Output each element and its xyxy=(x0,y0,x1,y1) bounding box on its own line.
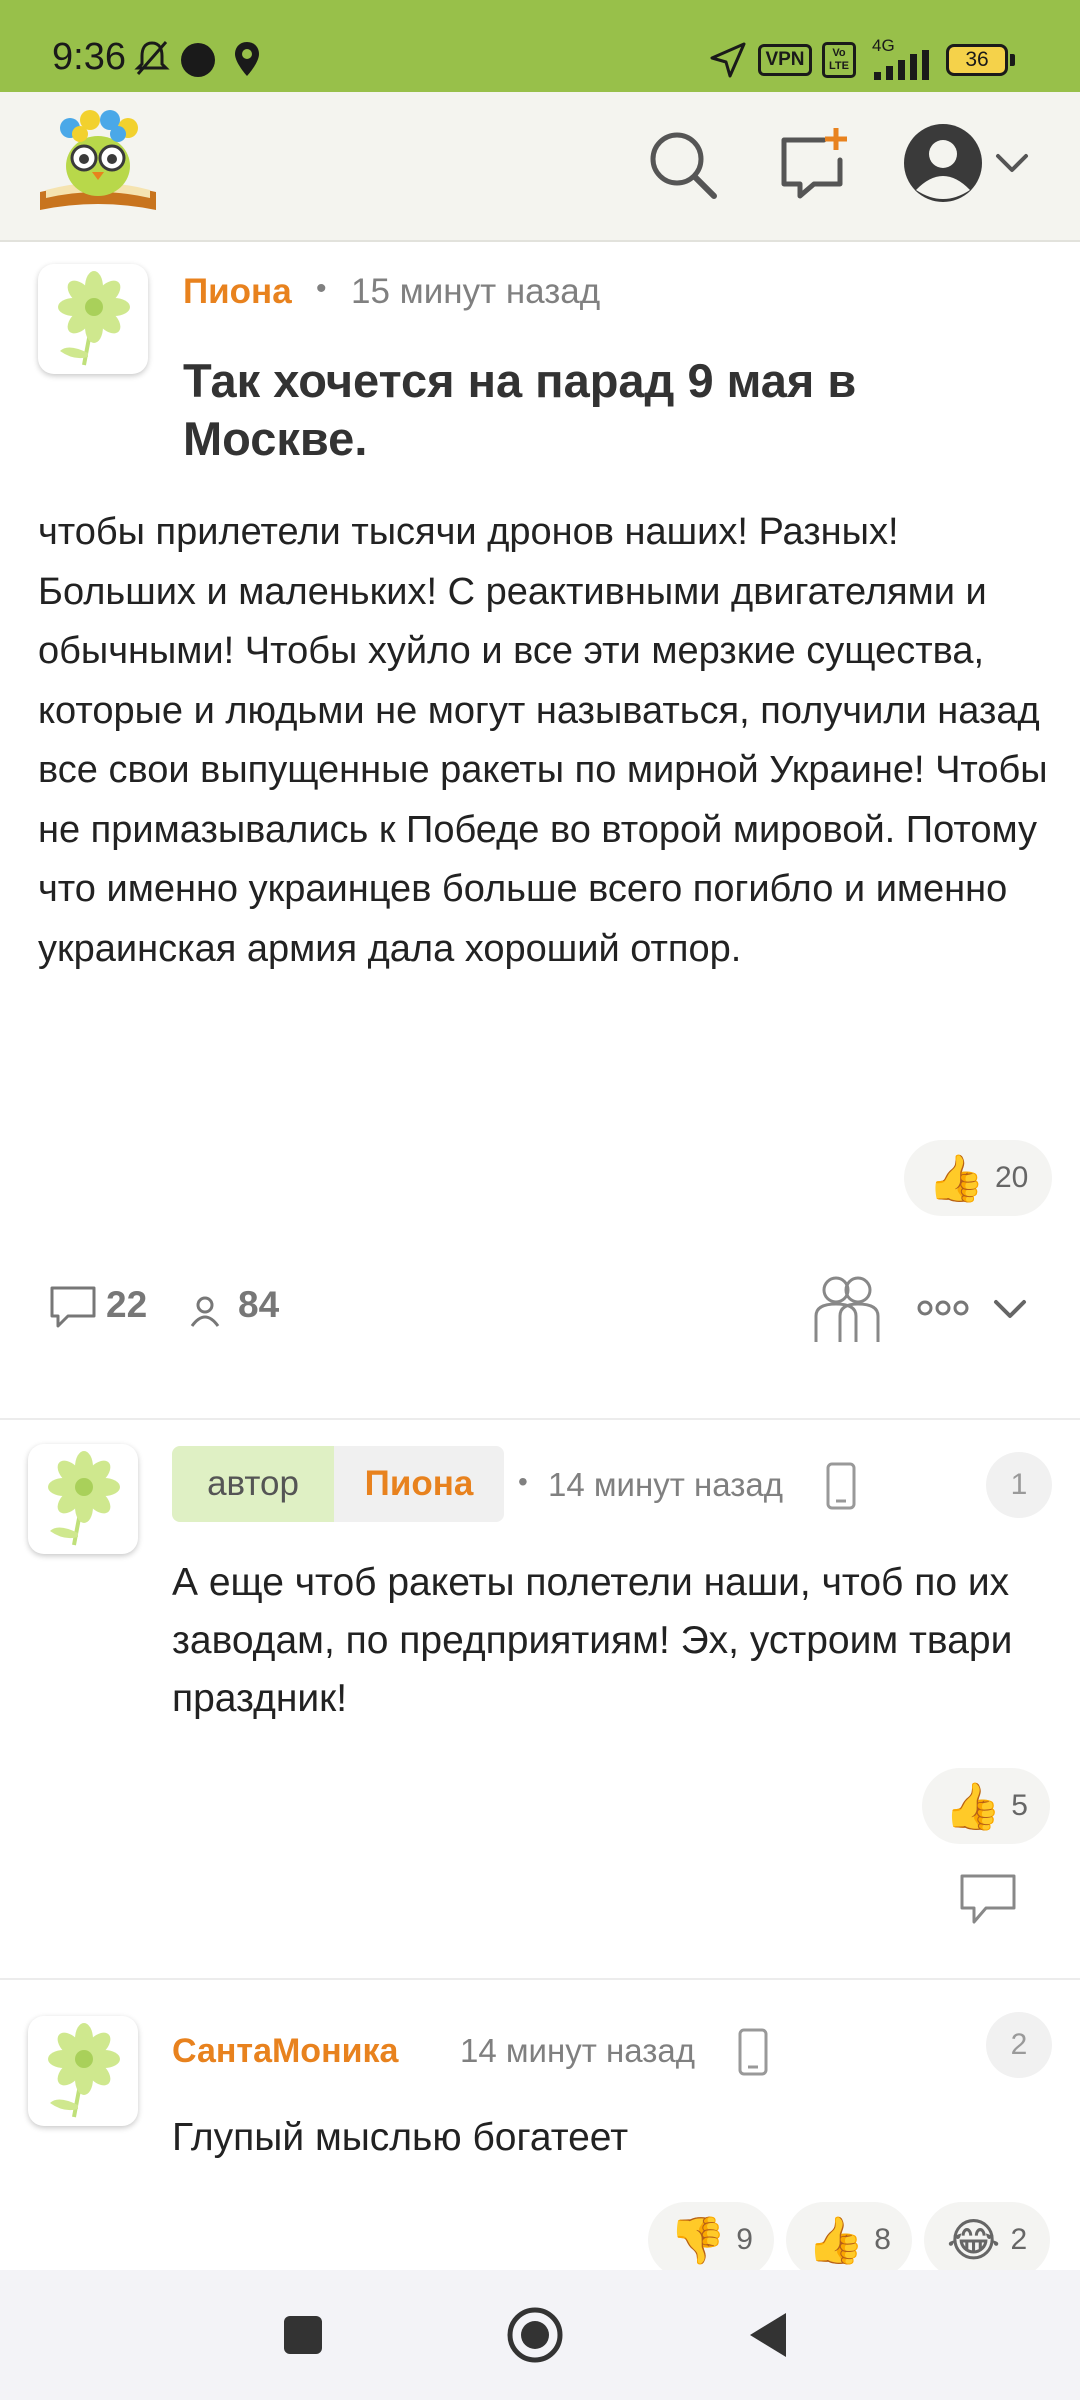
post-author-name[interactable]: Пиона xyxy=(183,272,292,312)
status-time: 9:36 xyxy=(52,36,126,78)
mute-bell-icon xyxy=(134,41,170,75)
post-time: 15 минут назад xyxy=(351,272,601,311)
comment-time: 14 минут назад xyxy=(460,2032,695,2069)
post-like-count: 20 xyxy=(994,1161,1029,1194)
status-circle-icon xyxy=(181,43,215,77)
comment-number-badge[interactable]: 2 xyxy=(986,2012,1052,2078)
signal-icon xyxy=(874,50,929,80)
comment-author-name[interactable]: Пиона xyxy=(334,1446,504,1522)
search-icon[interactable] xyxy=(646,128,720,202)
post-author-avatar[interactable] xyxy=(38,264,148,374)
comment-meta-separator: • xyxy=(518,1466,528,1497)
user-avatar-icon[interactable] xyxy=(902,122,984,204)
comment-text: Глупый мыслью богатеет xyxy=(172,2116,629,2159)
post-body: чтобы прилетели тысячи дронов наших! Раз… xyxy=(38,511,1048,970)
dislike-count: 9 xyxy=(736,2223,753,2256)
group-users-icon[interactable] xyxy=(810,1272,882,1344)
comment-author-avatar[interactable] xyxy=(28,1444,138,1554)
home-icon[interactable] xyxy=(506,2306,564,2364)
comment-like-count: 5 xyxy=(1011,1789,1028,1822)
comment-number-badge[interactable]: 1 xyxy=(986,1452,1052,1518)
comment-divider xyxy=(0,1978,1080,1980)
like-count: 8 xyxy=(874,2223,891,2256)
post-divider xyxy=(0,1418,1080,1420)
post-title[interactable]: Так хочется на парад 9 мая в Москве. xyxy=(183,352,983,468)
new-post-icon[interactable] xyxy=(778,126,852,200)
flower-avatar-icon xyxy=(58,271,130,366)
dislike-reaction[interactable]: 👎 9 xyxy=(648,2202,774,2278)
thumbs-up-icon: 👍 xyxy=(944,1780,1002,1832)
mobile-device-icon xyxy=(738,2028,768,2076)
laugh-reaction[interactable]: 😂 2 xyxy=(924,2202,1050,2278)
like-reaction[interactable]: 👍 8 xyxy=(786,2202,912,2278)
mobile-device-icon xyxy=(826,1462,856,1510)
comments-count[interactable]: 22 xyxy=(106,1284,147,1326)
reply-icon[interactable] xyxy=(958,1872,1018,1928)
thumbs-up-icon: 👍 xyxy=(927,1152,985,1204)
location-pin-icon xyxy=(235,42,259,76)
volte-badge: Vo LTE xyxy=(822,42,856,78)
flower-avatar-icon xyxy=(48,2023,120,2118)
participants-count[interactable]: 84 xyxy=(238,1284,279,1326)
comment-author-avatar[interactable] xyxy=(28,2016,138,2126)
comment-author-name[interactable]: СантаМоника xyxy=(172,2032,398,2071)
battery-indicator: 36 xyxy=(946,44,1008,76)
app-bar xyxy=(0,92,1080,242)
comment-time: 14 минут назад xyxy=(548,1466,783,1503)
participant-icon xyxy=(190,1296,220,1327)
status-bar: 9:36 VPN Vo LTE 4G 36 xyxy=(0,0,1080,92)
comment-bubble-icon[interactable] xyxy=(48,1284,98,1330)
navigation-arrow-icon xyxy=(710,42,746,78)
laughing-face-icon: 😂 xyxy=(946,2214,1001,2266)
more-options-icon[interactable] xyxy=(916,1298,970,1318)
system-navigation-bar xyxy=(0,2270,1080,2400)
comment-text: А еще чтоб ракеты полетели наши, чтоб по… xyxy=(172,1561,1013,1720)
thumbs-down-icon: 👎 xyxy=(669,2214,727,2266)
battery-tip xyxy=(1010,54,1015,66)
vpn-badge: VPN xyxy=(758,44,812,76)
flower-avatar-icon xyxy=(48,1451,120,1546)
post-like-reaction[interactable]: 👍 20 xyxy=(904,1140,1052,1216)
author-badge: автор xyxy=(172,1446,334,1522)
thumbs-up-icon: 👍 xyxy=(807,2214,865,2266)
comment-like-reaction[interactable]: 👍 5 xyxy=(922,1768,1050,1844)
back-icon[interactable] xyxy=(746,2310,790,2360)
expand-chevron-icon[interactable] xyxy=(990,1294,1030,1324)
laugh-count: 2 xyxy=(1010,2223,1028,2256)
recent-apps-icon[interactable] xyxy=(282,2314,324,2356)
chevron-down-icon[interactable] xyxy=(994,148,1030,178)
post-meta-separator: • xyxy=(316,272,327,305)
owl-on-book-logo[interactable] xyxy=(34,106,162,218)
